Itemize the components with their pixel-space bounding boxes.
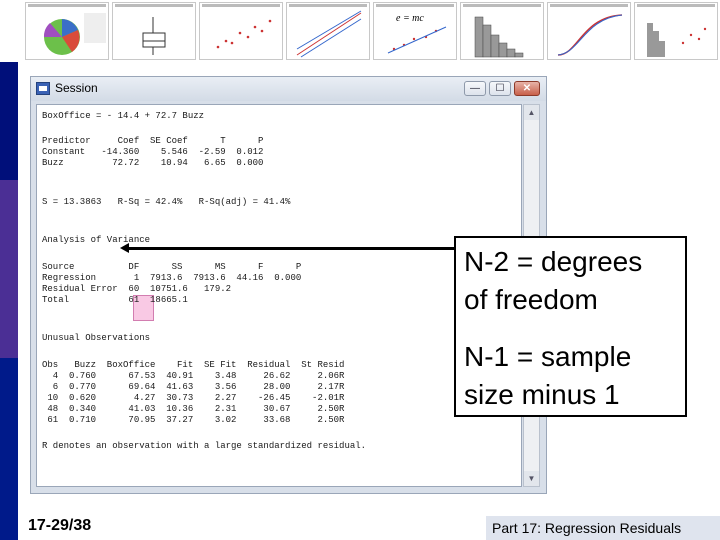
unusual-row: 6 0.770 69.64 41.63 3.56 28.00 2.17R xyxy=(42,382,345,392)
unusual-header: Obs Buzz BoxOffice Fit SE Fit Residual S… xyxy=(42,360,345,370)
scatter-plot-icon xyxy=(216,19,272,49)
thumbnail-pie-chart[interactable] xyxy=(25,2,109,60)
session-icon xyxy=(36,82,50,95)
arrow-head-icon xyxy=(120,243,129,253)
scroll-up-icon[interactable]: ▲ xyxy=(524,105,539,120)
thumbnail-regression-bands[interactable] xyxy=(286,2,370,60)
pie-chart-icon xyxy=(43,13,106,55)
unusual-row: 4 0.760 67.53 40.91 3.48 26.62 2.06R xyxy=(42,371,345,381)
histogram-icon xyxy=(474,16,524,58)
coef-row-constant: Constant -14.360 5.546 -2.59 0.012 xyxy=(42,147,264,157)
slide-number: 17-29/38 xyxy=(28,517,92,534)
anova-row-regression: Regression 1 7913.6 7913.6 44.16 0.000 xyxy=(42,273,302,283)
thumbnail-equation[interactable]: e = mc xyxy=(373,2,457,60)
callout-line: size minus 1 xyxy=(464,379,620,410)
callout-line: N-1 = sample xyxy=(464,341,632,372)
left-accent-bar xyxy=(0,180,18,358)
unusual-heading: Unusual Observations xyxy=(42,333,151,343)
minimize-button[interactable]: — xyxy=(464,81,486,96)
combined-plot-icon xyxy=(647,23,707,57)
scatter-trend-icon xyxy=(387,26,447,54)
unusual-row: 10 0.620 4.27 30.73 2.27 -26.45 -2.01R xyxy=(42,393,345,403)
unusual-row: 61 0.710 70.95 37.27 3.02 33.68 2.50R xyxy=(42,415,345,425)
section-label: Part 17: Regression Residuals xyxy=(486,516,720,540)
footnote: R denotes an observation with a large st… xyxy=(42,441,367,451)
close-button[interactable]: ✕ xyxy=(514,81,540,96)
coef-header: Predictor Coef SE Coef T P xyxy=(42,136,264,146)
thumbnail-histogram-scatter[interactable] xyxy=(634,2,718,60)
thumbnail-strip: e = mc xyxy=(0,0,720,62)
thumbnail-boxplot[interactable] xyxy=(112,2,196,60)
thumbnail-cdf[interactable] xyxy=(547,2,631,60)
left-accent-bar xyxy=(0,358,18,540)
fit-statistics: S = 13.3863 R-Sq = 42.4% R-Sq(adj) = 41.… xyxy=(42,197,291,207)
window-titlebar[interactable]: Session — ☐ ✕ xyxy=(31,77,546,101)
anova-heading: Analysis of Variance xyxy=(42,235,151,245)
thumbnail-histogram[interactable] xyxy=(460,2,544,60)
callout-box: N-2 = degrees of freedom N-1 = sample si… xyxy=(454,236,687,417)
left-accent-bar xyxy=(0,62,18,180)
scroll-down-icon[interactable]: ▼ xyxy=(524,471,539,486)
callout-line: of freedom xyxy=(464,284,598,315)
thumbnail-scatter-1[interactable] xyxy=(199,2,283,60)
coef-row-buzz: Buzz 72.72 10.94 6.65 0.000 xyxy=(42,158,264,168)
window-title: Session xyxy=(55,81,98,95)
callout-line: N-2 = degrees xyxy=(464,246,643,277)
regression-plot-icon xyxy=(296,10,362,58)
unusual-row: 48 0.340 41.03 10.36 2.31 30.67 2.50R xyxy=(42,404,345,414)
anova-row-residual: Residual Error 60 10751.6 179.2 xyxy=(42,284,232,294)
anova-row-total: Total 61 18665.1 xyxy=(42,295,188,305)
anova-header: Source DF SS MS F P xyxy=(42,262,302,272)
boxplot-icon xyxy=(142,17,166,55)
maximize-button[interactable]: ☐ xyxy=(489,81,511,96)
session-output[interactable]: BoxOffice = - 14.4 + 72.7 Buzz Predictor… xyxy=(36,104,522,487)
cdf-curve-icon xyxy=(557,14,623,56)
regression-equation: BoxOffice = - 14.4 + 72.7 Buzz xyxy=(42,111,205,121)
pointer-arrow-line xyxy=(128,247,465,250)
